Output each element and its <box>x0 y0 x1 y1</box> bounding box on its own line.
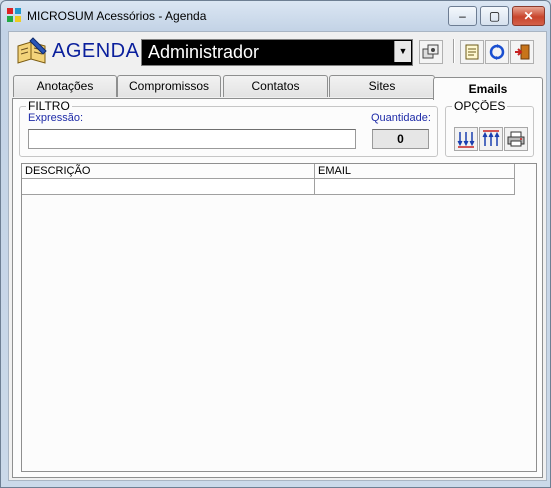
print-button[interactable] <box>504 127 528 151</box>
minimize-button[interactable]: – <box>448 6 477 26</box>
chevron-down-icon[interactable]: ▼ <box>394 41 411 62</box>
filter-legend: FILTRO <box>26 99 72 113</box>
title-bar[interactable]: MICROSUM Acessórios - Agenda – ▢ ✕ <box>1 1 550 31</box>
lookup-button[interactable] <box>419 40 443 64</box>
refresh-button[interactable] <box>485 40 509 64</box>
tab-contatos[interactable]: Contatos <box>223 75 328 97</box>
quantity-label: Quantidade: <box>371 112 431 124</box>
toolbar-separator <box>453 39 455 63</box>
cell-email[interactable] <box>315 179 515 194</box>
app-name: AGENDA <box>52 40 140 62</box>
cell-descricao[interactable] <box>22 179 315 194</box>
tab-sites[interactable]: Sites <box>329 75 435 97</box>
app-icon <box>7 8 21 22</box>
options-group: OPÇÕES <box>445 99 534 157</box>
user-select-value: Administrador <box>148 42 260 62</box>
maximize-icon: ▢ <box>488 9 501 23</box>
column-header-descricao[interactable]: DESCRIÇÃO <box>22 164 315 178</box>
options-legend: OPÇÕES <box>452 99 508 113</box>
sort-asc-icon <box>482 130 500 146</box>
tab-compromissos[interactable]: Compromissos <box>117 75 221 97</box>
emails-grid[interactable]: DESCRIÇÃO EMAIL <box>21 163 537 472</box>
expression-input[interactable] <box>28 129 356 149</box>
table-row[interactable] <box>22 179 515 195</box>
exit-door-icon <box>515 44 530 60</box>
close-button[interactable]: ✕ <box>512 6 545 26</box>
filter-group: FILTRO Expressão: Quantidade: 0 <box>19 99 438 157</box>
tab-emails[interactable]: Emails <box>433 77 543 100</box>
quantity-value: 0 <box>372 129 429 149</box>
client-area: AGENDA Administrador ▼ Anotações Comprom… <box>8 31 547 481</box>
notes-button[interactable] <box>460 40 484 64</box>
refresh-icon <box>489 44 505 60</box>
tab-anotacoes[interactable]: Anotações <box>13 75 117 97</box>
window-title: MICROSUM Acessórios - Agenda <box>27 9 207 23</box>
sort-asc-button[interactable] <box>479 127 503 151</box>
notes-icon <box>465 44 479 60</box>
exit-button[interactable] <box>510 40 534 64</box>
user-select[interactable]: Administrador ▼ <box>141 39 413 66</box>
column-header-email[interactable]: EMAIL <box>315 164 515 178</box>
minimize-icon: – <box>459 9 466 23</box>
sort-desc-button[interactable] <box>454 127 478 151</box>
print-icon <box>507 131 525 147</box>
grid-header: DESCRIÇÃO EMAIL <box>22 164 515 179</box>
app-window: MICROSUM Acessórios - Agenda – ▢ ✕ AGEND… <box>0 0 551 488</box>
sort-desc-icon <box>457 132 475 148</box>
close-icon: ✕ <box>523 9 534 23</box>
emails-panel: FILTRO Expressão: Quantidade: 0 OPÇÕES D… <box>12 98 543 478</box>
expression-label: Expressão: <box>28 112 84 124</box>
agenda-book-icon <box>17 37 47 64</box>
maximize-button[interactable]: ▢ <box>480 6 509 26</box>
lookup-icon <box>422 44 439 59</box>
